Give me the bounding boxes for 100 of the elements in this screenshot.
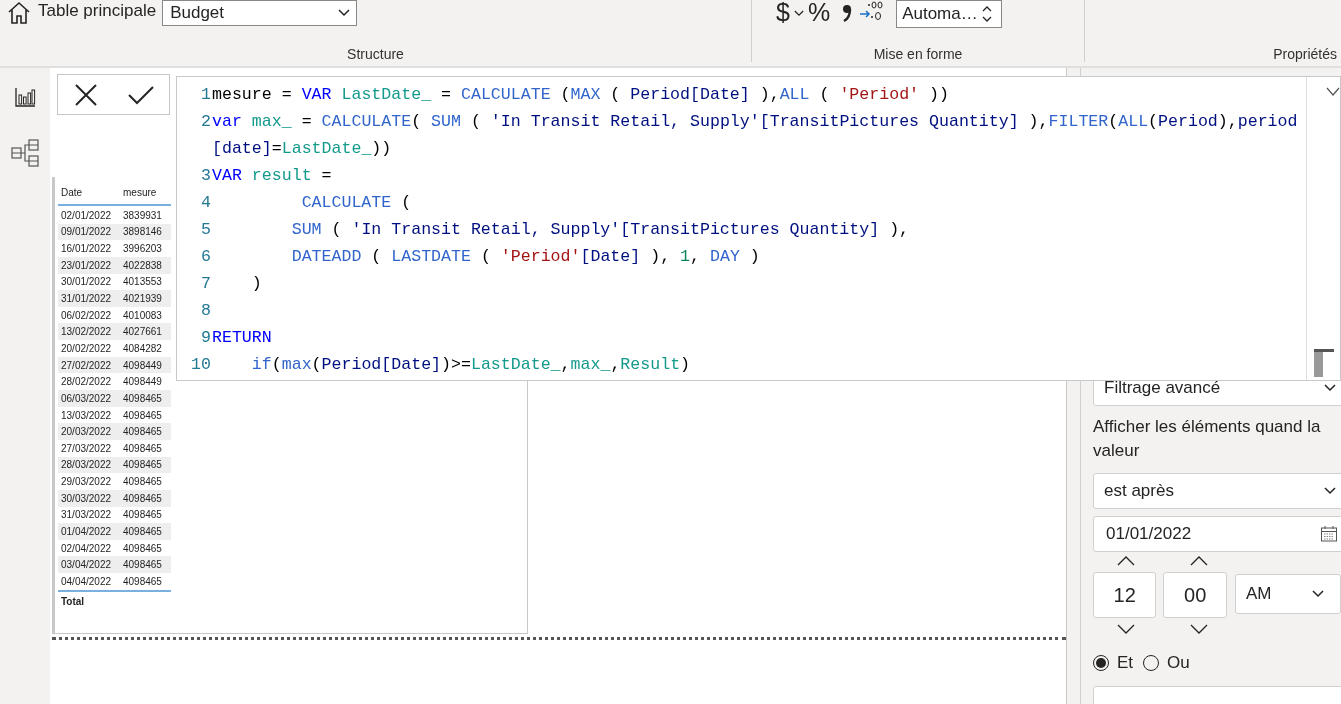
code-line: RETURN xyxy=(212,327,273,349)
table-cell-text: 02/01/2022 xyxy=(60,209,113,221)
line-number: 6 xyxy=(200,246,211,268)
operator-dropdown[interactable]: est après xyxy=(1093,473,1341,509)
table-cell-text: 27/03/2022 xyxy=(60,442,113,454)
column-header[interactable]: Date xyxy=(58,187,120,198)
table-cell-text: 4098465 xyxy=(122,476,163,488)
table-cell-text: 4084282 xyxy=(122,342,163,354)
table-cell-text: 23/01/2022 xyxy=(60,259,113,271)
table-cell-text: 06/03/2022 xyxy=(60,392,113,404)
code-line: VAR result = xyxy=(212,165,333,187)
table-cell-text: 06/02/2022 xyxy=(60,309,113,321)
chevron-down-icon[interactable] xyxy=(1189,623,1209,635)
table-cell-text: 4010083 xyxy=(122,309,163,321)
table-cell-text: 13/03/2022 xyxy=(60,409,113,421)
table-cell-text: 4098465 xyxy=(122,392,163,404)
table-cell-text: 28/03/2022 xyxy=(60,459,113,471)
chevron-up-icon[interactable] xyxy=(1189,555,1209,567)
table-cell-text: 3839931 xyxy=(122,209,163,221)
home-icon[interactable] xyxy=(6,0,32,26)
chevron-up-icon[interactable] xyxy=(1116,555,1136,567)
line-number: 2 xyxy=(200,111,211,133)
table-cell-text: 01/04/2022 xyxy=(60,526,113,537)
chevron-down-icon[interactable] xyxy=(793,10,804,17)
table-cell-text: 4098465 xyxy=(122,575,163,587)
code-line: mesure = VAR LastDate_ = CALCULATE (MAX ( Period[Date] ),ALL ( 'Period' )) xyxy=(212,84,950,106)
line-number: 5 xyxy=(200,219,211,241)
radio-label[interactable]: Et xyxy=(1117,653,1134,673)
table-cell-text: 16/01/2022 xyxy=(60,243,113,255)
table-cell-text: 09/01/2022 xyxy=(60,226,113,238)
table-cell-text: 02/04/2022 xyxy=(60,542,113,554)
table-cell-text: 29/03/2022 xyxy=(60,476,113,488)
hour-field[interactable]: 12 xyxy=(1093,572,1157,618)
group-label: Structure xyxy=(346,46,405,62)
format-spin-field[interactable]: Automa… xyxy=(896,0,1003,28)
table-cell-text: 31/03/2022 xyxy=(60,509,113,521)
table-cell-text: 20/02/2022 xyxy=(60,342,113,354)
line-number: 3 xyxy=(200,165,211,187)
code-line: DATEADD ( LASTDATE ( 'Period'[Date] ), 1, DAY ) xyxy=(290,246,761,268)
group-label: Mise en forme xyxy=(872,46,964,62)
table-cell-text: 4098465 xyxy=(122,526,163,537)
table-cell-text: 13/02/2022 xyxy=(60,326,113,338)
table-cell-text: 4098465 xyxy=(122,409,163,421)
line-number: 8 xyxy=(200,300,211,322)
table-cell-text: 3898146 xyxy=(122,226,163,238)
minute-field[interactable]: 00 xyxy=(1163,572,1227,618)
meridiem-dropdown[interactable]: AM xyxy=(1234,574,1341,614)
total-label: Total xyxy=(58,589,171,611)
model-view-icon[interactable] xyxy=(10,138,40,168)
close-icon xyxy=(72,81,99,108)
table-cell-text: 4098465 xyxy=(122,459,163,471)
table-cell-text: 4098465 xyxy=(122,509,163,521)
table-cell-text: 4098465 xyxy=(122,426,163,438)
line-number: 1 xyxy=(200,84,211,106)
table-cell-text: 4022838 xyxy=(122,259,163,271)
code-line: CALCULATE ( xyxy=(300,192,413,214)
calendar-icon[interactable] xyxy=(1320,525,1338,543)
table-cell-text: 4098465 xyxy=(122,442,163,454)
code-line: var max_ = CALCULATE( SUM ( 'In Transit Retail, Supply'[TransitPictures Quantity] ),FILTER(ALL(Period),period[date]=LastDate_)) xyxy=(212,111,1299,160)
chevron-down-icon xyxy=(338,9,351,17)
chevron-down-icon xyxy=(1324,384,1336,392)
chevron-down-icon xyxy=(1324,487,1336,495)
percent-button[interactable]: % xyxy=(807,0,831,24)
scrollbar-thumb[interactable] xyxy=(1314,349,1334,377)
line-number: 9 xyxy=(200,327,211,349)
table-cell-text: 4098449 xyxy=(122,376,163,388)
table-cell-text: 4098449 xyxy=(122,359,163,371)
table-cell-text: 4021939 xyxy=(122,293,163,304)
table-cell-text: 03/04/2022 xyxy=(60,559,113,571)
table-cell-text: 4098465 xyxy=(122,542,163,554)
chevron-down-icon[interactable] xyxy=(1326,87,1340,97)
table-cell-text: 4027661 xyxy=(122,326,163,338)
code-line: ) xyxy=(250,273,263,295)
currency-button[interactable]: $ xyxy=(776,0,790,24)
table-cell-text: 3996203 xyxy=(122,243,163,255)
table-cell-text: 30/03/2022 xyxy=(60,492,113,504)
column-header[interactable]: mesure xyxy=(120,187,171,198)
table-cell-text: 28/02/2022 xyxy=(60,376,113,388)
table-cell-text: 4098465 xyxy=(122,559,163,571)
date-field[interactable]: 01/01/2022 xyxy=(1093,516,1341,552)
chevron-down-icon[interactable] xyxy=(1116,623,1136,635)
table-cell-text: 31/01/2022 xyxy=(60,293,113,304)
formula-editor-dialog[interactable] xyxy=(176,76,1341,381)
table-cell-text: 27/02/2022 xyxy=(60,359,113,371)
group-label: Propriétés xyxy=(1272,46,1338,62)
radio-label[interactable]: Ou xyxy=(1167,653,1190,673)
table-cell-text: 30/01/2022 xyxy=(60,276,113,288)
line-number: 4 xyxy=(200,192,211,214)
line-number: 10 xyxy=(190,354,211,376)
table-cell-text: 20/03/2022 xyxy=(60,426,113,438)
table-cell-text: 4013553 xyxy=(122,276,163,288)
table-cell-text: 4098465 xyxy=(122,492,163,504)
line-number: 7 xyxy=(200,273,211,295)
code-line: SUM ( 'In Transit Retail, Supply'[TransitPictures Quantity] ), xyxy=(290,219,911,241)
table-dropdown[interactable]: Budget xyxy=(162,0,358,26)
table-cell-text: 04/04/2022 xyxy=(60,575,113,587)
code-line: if(max(Period[Date])>=LastDate_,max_,Result) xyxy=(250,354,692,376)
condition-label: Afficher les éléments quand la valeur xyxy=(1093,416,1322,462)
report-view-icon[interactable] xyxy=(14,86,36,108)
spin-arrows-icon[interactable] xyxy=(981,4,992,24)
